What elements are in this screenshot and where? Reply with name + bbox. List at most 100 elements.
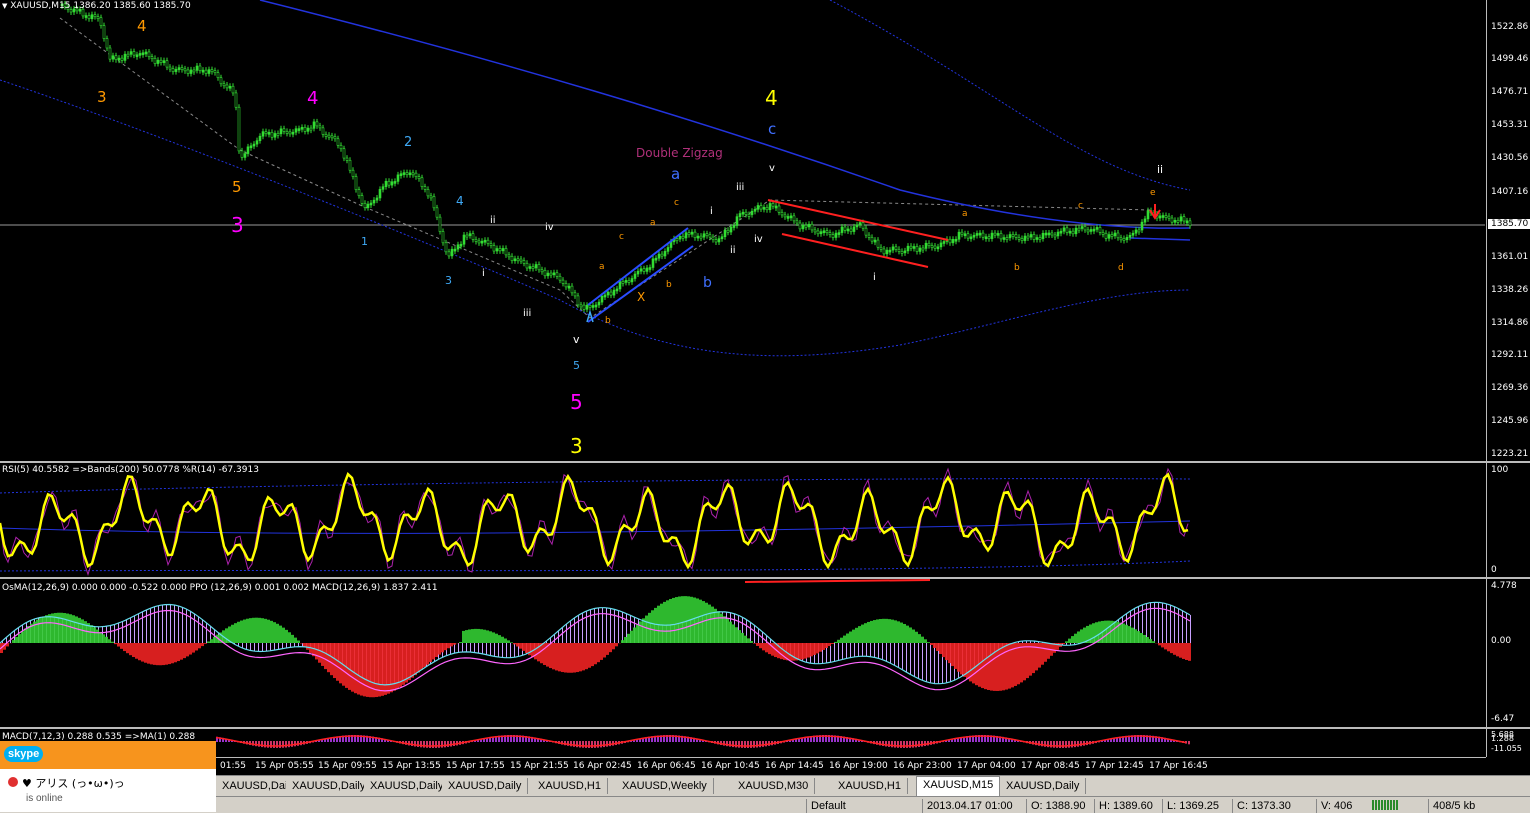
price-tick: 1338.26 (1491, 285, 1528, 295)
osma-bar (942, 643, 945, 657)
osma-bar (261, 618, 264, 643)
osma-bar (825, 643, 828, 648)
candle-body (1177, 220, 1179, 222)
osma-bar (918, 634, 921, 643)
candle-body (85, 16, 87, 18)
osma-bar (204, 643, 207, 644)
wave-label: 4 (307, 88, 318, 109)
macd-pane[interactable]: MACD(7,12,3) 0.288 0.535 =>MA(1) 0.288 (0, 729, 1485, 757)
chart-tab[interactable]: XAUUSD,Daily (1000, 778, 1086, 794)
candle-body (298, 129, 300, 131)
time-label: 15 Apr 17:55 (446, 761, 505, 771)
skype-contact-name[interactable]: ♥ アリス (っ•ω•)っ (22, 775, 125, 791)
osma-bar (63, 613, 66, 643)
status-profile[interactable]: Default (806, 799, 846, 813)
macd-histogram-bar (262, 643, 263, 651)
macd-histogram-bar (622, 612, 623, 643)
osma-bar (18, 634, 21, 643)
macd-histogram-bar (242, 643, 243, 648)
macd-bar (606, 741, 608, 747)
candle-body (934, 246, 936, 248)
osma-bar (324, 643, 327, 669)
osma-bar (279, 626, 282, 643)
osma-bar (1080, 629, 1083, 643)
macd-tick: -11.055 (1491, 744, 1522, 753)
candle-body (379, 189, 381, 198)
candle-body (589, 305, 591, 307)
price-axis[interactable]: 1385.70 1522.861499.461476.711453.311430… (1486, 0, 1530, 461)
chart-tab[interactable]: XAUUSD,H1 (532, 778, 608, 794)
wave-label: iv (545, 222, 554, 233)
osma-bar (789, 643, 792, 661)
osma-bar (975, 643, 978, 685)
chart-tab[interactable]: XAUUSD,Daily (442, 778, 528, 794)
osma-bar (111, 642, 114, 643)
chart-tab[interactable]: XAUUSD,H1 (832, 778, 908, 794)
time-label: 01:55 (220, 761, 246, 771)
price-chart[interactable] (0, 0, 1485, 461)
osma-bar (435, 643, 438, 657)
macd-histogram-bar (190, 611, 191, 643)
candle-body (1180, 217, 1182, 221)
candle-body (640, 269, 642, 271)
wave-label: c (768, 120, 776, 138)
macd-bar (1068, 741, 1070, 748)
macd-histogram-bar (462, 643, 463, 652)
wave-label: 5 (573, 359, 580, 372)
candle-body (1003, 238, 1005, 240)
chart-tab[interactable]: XAUUSD,Daily (286, 778, 372, 794)
osma-bar (426, 643, 429, 665)
osma-bar (96, 630, 99, 643)
osma-bar (552, 643, 555, 669)
candle-body (667, 248, 669, 252)
candle-body (784, 215, 786, 217)
candle-body (778, 206, 780, 212)
candle-body (658, 254, 660, 258)
candle-body (877, 240, 879, 247)
osma-bar (684, 596, 687, 643)
macd-axis: 5.688 1.288 -11.055 (1486, 729, 1530, 757)
candle-body (727, 230, 729, 232)
candle-body (844, 227, 846, 230)
candle-body (679, 236, 681, 239)
candle-body (505, 248, 507, 254)
osma-bar (162, 643, 165, 665)
candle-body (853, 227, 855, 232)
main-chart-pane[interactable]: ▼ XAUUSD,M15 1386.20 1385.60 1385.70 434… (0, 0, 1485, 461)
macd-bar (582, 741, 584, 748)
time-axis[interactable]: 01:5515 Apr 05:5515 Apr 09:5515 Apr 13:5… (0, 757, 1486, 776)
osma-bar (816, 643, 819, 653)
osma-bar (714, 609, 717, 643)
candle-body (1093, 229, 1095, 231)
candle-body (130, 52, 132, 55)
osma-bar (207, 641, 210, 643)
candle-body (430, 196, 432, 198)
candle-body (907, 246, 909, 251)
candle-body (439, 217, 441, 231)
chart-tab[interactable]: XAUUSD,Weekly (616, 778, 714, 794)
osma-bar (672, 598, 675, 643)
candle-body (520, 259, 522, 261)
candle-body (256, 141, 258, 144)
macd-histogram-bar (922, 643, 923, 680)
chart-menu-triangle-icon[interactable]: ▼ (2, 2, 7, 10)
macd-bar (279, 741, 281, 748)
chart-tab[interactable]: XAUUSD,M30 (732, 778, 815, 794)
osma-bar (276, 624, 279, 643)
chart-tab[interactable]: XAUUSD,M15 (916, 776, 1000, 796)
osma-bar (1119, 623, 1122, 643)
osma-bar (729, 622, 732, 643)
osma-bar (849, 632, 852, 643)
candle-body (556, 273, 558, 276)
osma-pane[interactable]: OsMA(12,26,9) 0.000 0.000 -0.522 0.000 P… (0, 579, 1485, 727)
candle-body (730, 227, 732, 232)
candle-body (718, 239, 720, 242)
osma-bar (519, 643, 522, 649)
chart-tab[interactable]: XAUUSD,Daily (364, 778, 450, 794)
rsi-pane[interactable]: RSI(5) 40.5582 =>Bands(200) 50.0778 %R(1… (0, 463, 1485, 577)
candle-body (1129, 235, 1131, 237)
osma-bar (1041, 643, 1044, 665)
macd-bar (273, 741, 275, 748)
skype-notification[interactable]: skype ♥ アリス (っ•ω•)っ is online (0, 741, 216, 812)
candle-body (868, 235, 870, 237)
